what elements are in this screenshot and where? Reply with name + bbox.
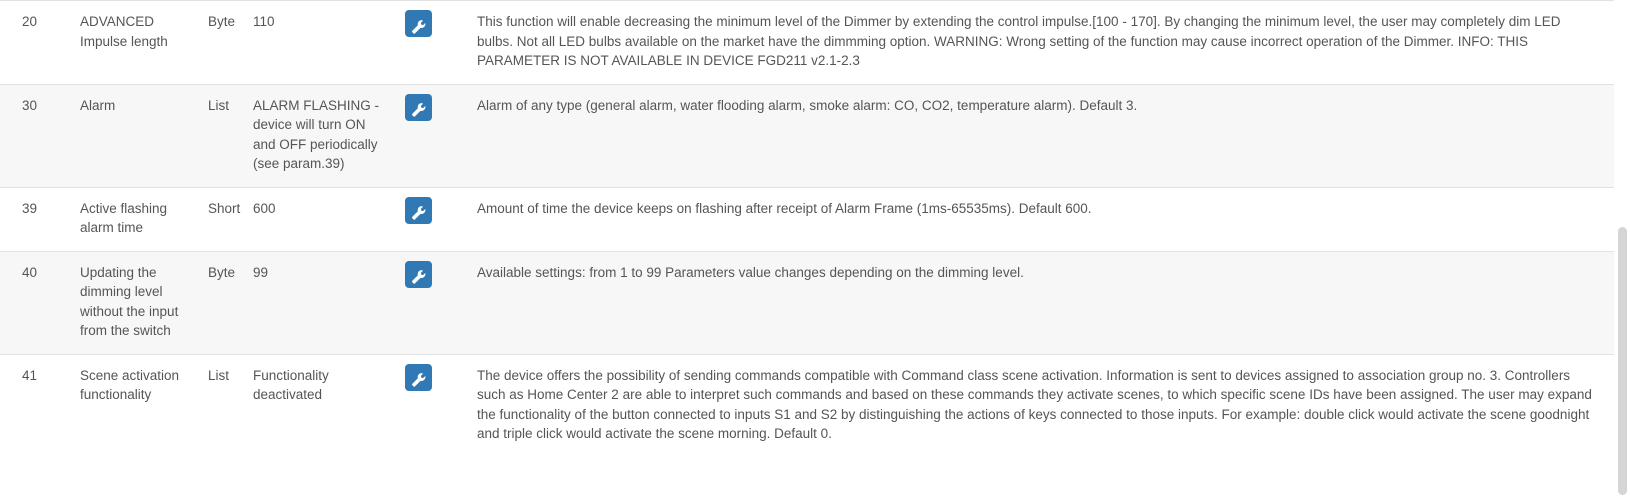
table-scroll-region[interactable]: 20 ADVANCED Impulse length Byte 110 This… (0, 0, 1615, 502)
description-text: This function will enable decreasing the… (477, 14, 1561, 68)
parameter-description: Available settings: from 1 to 99 Paramet… (469, 250, 1614, 354)
configure-parameter-button[interactable] (405, 260, 432, 288)
scrollbar-thumb[interactable] (1618, 227, 1627, 495)
description-text: Available settings: from 1 to 99 Paramet… (477, 264, 1024, 280)
table-top-divider (0, 0, 1598, 1)
parameter-action-cell (397, 353, 469, 457)
configure-parameter-button[interactable] (405, 196, 432, 224)
parameter-value: Functionality deactivated (245, 353, 397, 457)
parameter-value: 110 (245, 0, 397, 84)
parameter-action-cell (397, 0, 469, 84)
table-row[interactable]: 41 Scene activation functionality List F… (0, 353, 1614, 457)
parameter-name: Updating the dimming level without the i… (72, 250, 200, 354)
configure-parameter-button[interactable] (405, 10, 432, 37)
vertical-scrollbar[interactable] (1615, 0, 1630, 502)
description-text: Alarm of any type (general alarm, water … (477, 97, 1138, 113)
parameter-value: 600 (245, 186, 397, 251)
parameter-id: 39 (0, 186, 72, 251)
table-row[interactable]: 30 Alarm List ALARM FLASHING - device wi… (0, 83, 1614, 187)
parameter-type: Byte (200, 250, 245, 354)
parameter-type: List (200, 353, 245, 457)
table-row[interactable]: 40 Updating the dimming level without th… (0, 250, 1614, 354)
wrench-icon (405, 269, 432, 284)
parameter-id: 30 (0, 83, 72, 187)
parameter-name: Scene activation functionality (72, 353, 200, 457)
parameter-description: The device offers the possibility of sen… (469, 353, 1614, 457)
table-body: 20 ADVANCED Impulse length Byte 110 This… (0, 0, 1614, 457)
parameter-type: Byte (200, 0, 245, 84)
device-parameters-table: 20 ADVANCED Impulse length Byte 110 This… (0, 0, 1614, 457)
configure-parameter-button[interactable] (405, 93, 432, 121)
wrench-icon (405, 102, 432, 117)
description-text: The device offers the possibility of sen… (477, 367, 1592, 442)
description-text: Amount of time the device keeps on flash… (477, 200, 1092, 216)
parameter-action-cell (397, 186, 469, 251)
parameter-description: Alarm of any type (general alarm, water … (469, 83, 1614, 187)
parameter-name: Alarm (72, 83, 200, 187)
parameter-type: List (200, 83, 245, 187)
parameter-name: ADVANCED Impulse length (72, 0, 200, 84)
parameter-value: 99 (245, 250, 397, 354)
parameter-id: 40 (0, 250, 72, 354)
parameter-description: This function will enable decreasing the… (469, 0, 1614, 84)
parameters-table-viewport: 20 ADVANCED Impulse length Byte 110 This… (0, 0, 1630, 502)
wrench-icon (405, 372, 432, 387)
parameter-action-cell (397, 250, 469, 354)
configure-parameter-button[interactable] (405, 363, 432, 391)
table-row[interactable]: 39 Active flashing alarm time Short 600 (0, 186, 1614, 251)
parameter-value: ALARM FLASHING - device will turn ON and… (245, 83, 397, 187)
parameter-name: Active flashing alarm time (72, 186, 200, 251)
table-row[interactable]: 20 ADVANCED Impulse length Byte 110 This… (0, 0, 1614, 84)
parameter-id: 41 (0, 353, 72, 457)
wrench-icon (405, 205, 432, 220)
parameter-id: 20 (0, 0, 72, 84)
parameter-type: Short (200, 186, 245, 251)
parameter-description: Amount of time the device keeps on flash… (469, 186, 1614, 251)
parameter-action-cell (397, 83, 469, 187)
wrench-icon (405, 19, 432, 34)
